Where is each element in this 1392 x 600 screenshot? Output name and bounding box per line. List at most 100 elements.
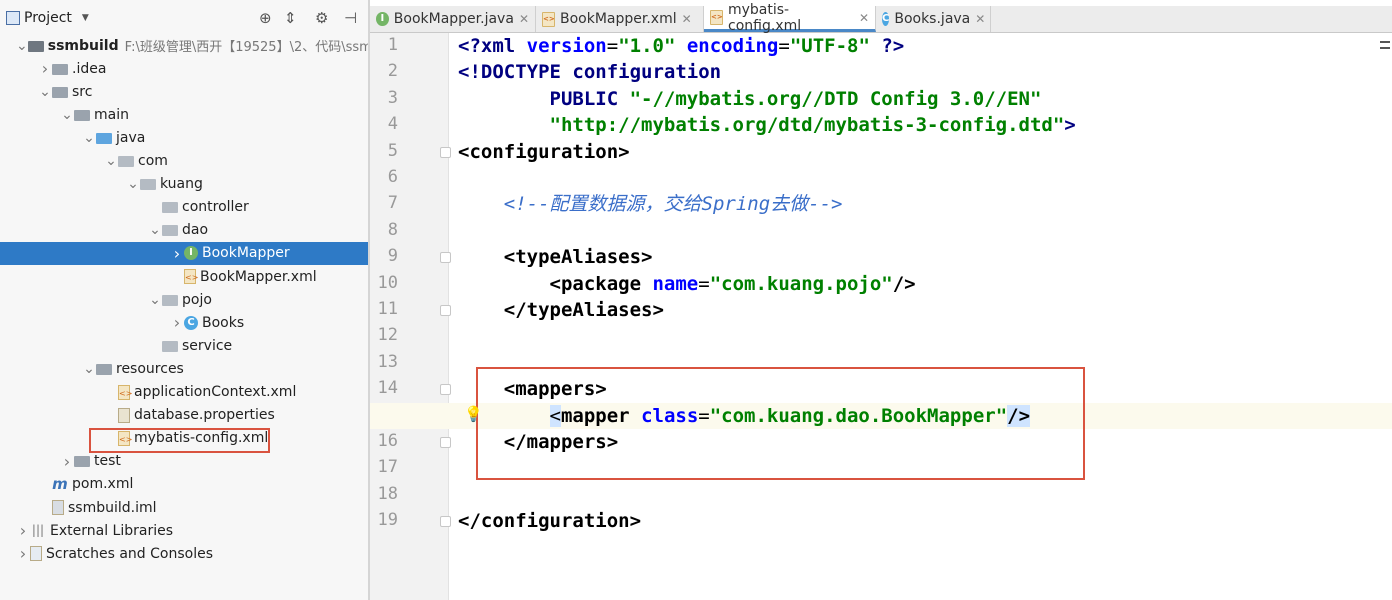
tree-item-label: BookMapper.xml (200, 268, 317, 285)
fold-marker-icon[interactable] (440, 516, 451, 528)
chevron-right-icon[interactable]: › (170, 244, 184, 263)
package-icon (162, 294, 178, 306)
line-number: 17 (377, 457, 398, 478)
line-number: 8 (387, 219, 398, 240)
gutter: 12345678910111213141516171819 (370, 33, 451, 600)
chevron-down-icon[interactable]: ⌄ (148, 223, 162, 237)
chevron-right-icon[interactable]: › (60, 452, 74, 471)
tree-item-appctx[interactable]: <> applicationContext.xml (0, 381, 368, 404)
tree-item-pojo[interactable]: ⌄ pojo (0, 288, 368, 311)
chevron-down-icon[interactable]: ⌄ (126, 177, 140, 191)
fold-marker-icon[interactable] (440, 384, 451, 396)
folder-icon (52, 86, 68, 98)
target-icon[interactable]: ⊕ (259, 9, 272, 27)
code-line: <typeAliases> (503, 246, 653, 269)
package-icon (118, 156, 134, 167)
tree-item-label: Books (202, 314, 245, 331)
tree-item-controller[interactable]: controller (0, 196, 368, 219)
chevron-down-icon[interactable]: ⌄ (38, 85, 52, 99)
chevron-down-icon[interactable]: ⌄ (104, 154, 118, 168)
project-icon (6, 11, 20, 25)
tree-item-label: .idea (72, 60, 107, 77)
tree-item-com[interactable]: ⌄ com (0, 150, 368, 173)
chevron-right-icon[interactable]: › (16, 521, 30, 540)
xml-file-icon: <> (118, 384, 132, 400)
chevron-down-icon[interactable]: ⌄ (82, 362, 96, 376)
line-number: 7 (387, 193, 398, 214)
tab-bookmapper-xml[interactable]: <> BookMapper.xml ✕ (536, 6, 704, 32)
close-icon[interactable]: ✕ (975, 12, 985, 26)
tree-item-label: controller (182, 199, 249, 216)
tree-item-bookmapper[interactable]: › I BookMapper (0, 241, 368, 265)
chevron-down-icon[interactable]: ⌄ (82, 131, 96, 145)
tree-item-label: src (72, 83, 93, 100)
tree-item-kuang[interactable]: ⌄ kuang (0, 173, 368, 196)
tree-item-label: kuang (160, 176, 203, 193)
code-editor[interactable]: 12345678910111213141516171819 💡<?xml ver… (370, 33, 1392, 600)
close-icon[interactable]: ✕ (859, 11, 869, 25)
code-line: </typeAliases> (503, 299, 664, 321)
line-number: 18 (377, 483, 398, 504)
chevron-down-icon[interactable]: ⌄ (60, 108, 74, 122)
fold-marker-icon[interactable] (440, 252, 451, 264)
tree-item-ssmbuild[interactable]: ⌄ ssmbuild F:\班级管理\西开【19525】\2、代码\ssmbu (0, 34, 368, 57)
tree-item-main[interactable]: ⌄ main (0, 103, 368, 126)
tree-item-resources[interactable]: ⌄ resources (0, 357, 368, 380)
tree-item-iml[interactable]: ssmbuild.iml (0, 496, 368, 519)
project-view-selector[interactable]: Project ▼ (6, 10, 89, 26)
highlight-box-mybatis-config (89, 428, 270, 453)
tree-item-java[interactable]: ⌄ java (0, 126, 368, 149)
chevron-right-icon[interactable]: › (16, 544, 30, 563)
tree-item-bookmapperxml[interactable]: <> BookMapper.xml (0, 265, 368, 288)
code-line: <!--配置数据源，交给Spring去做--> (503, 193, 843, 216)
package-icon (162, 225, 178, 237)
line-number: 4 (387, 114, 398, 135)
code-line: </mappers> (503, 431, 619, 453)
package-icon (140, 179, 156, 191)
tree-item-label: applicationContext.xml (134, 384, 297, 400)
chevron-right-icon[interactable]: › (170, 313, 184, 332)
code-line: <?xml version="1.0" encoding="UTF-8" ?> (458, 35, 905, 57)
tree-item-label: resources (116, 360, 184, 377)
collapse-icon[interactable]: ⇕ (284, 9, 297, 27)
interface-icon: I (376, 12, 389, 26)
tree-item-label: database.properties (134, 407, 275, 424)
chevron-down-icon[interactable]: ⌄ (16, 39, 28, 53)
maven-icon: m (52, 474, 68, 493)
fold-marker-icon[interactable] (440, 305, 451, 316)
tree-item-pom[interactable]: m pom.xml (0, 473, 368, 496)
tree-item-label: ssmbuild (47, 37, 119, 54)
chevron-down-icon[interactable]: ⌄ (148, 293, 162, 307)
tree-item-dbprops[interactable]: database.properties (0, 404, 368, 427)
line-number: 19 (377, 510, 398, 531)
tree-item-idea[interactable]: › .idea (0, 57, 368, 80)
gear-icon[interactable]: ⚙ (315, 9, 328, 27)
hide-icon[interactable]: ⊣ (344, 9, 357, 27)
tree-item-scratches[interactable]: › Scratches and Consoles (0, 542, 368, 565)
tree-item-books[interactable]: › C Books (0, 311, 368, 334)
editor-tabs: I BookMapper.java ✕ <> BookMapper.xml ✕ <> myba… (370, 2, 1392, 34)
tree-item-service[interactable]: service (0, 334, 368, 357)
tree-item-src[interactable]: ⌄ src (0, 80, 368, 103)
xml-file-icon: <> (184, 269, 198, 284)
tab-books-java[interactable]: C Books.java ✕ (876, 6, 991, 32)
tree-item-test[interactable]: › test (0, 450, 368, 473)
scroll-indicator-icon[interactable] (1380, 41, 1390, 49)
code-line: <package name="com.kuang.pojo"/> (549, 272, 916, 295)
iml-file-icon (52, 500, 64, 515)
code-line: PUBLIC "-//mybatis.org//DTD Config 3.0//… (549, 87, 1042, 110)
fold-marker-icon[interactable] (440, 146, 451, 158)
tab-mybatis-config-xml[interactable]: <> mybatis-config.xml ✕ (704, 2, 876, 34)
fold-marker-icon[interactable] (440, 437, 451, 448)
tree-item-extlibs[interactable]: › ||| External Libraries (0, 519, 368, 542)
tree-item-dao[interactable]: ⌄ dao (0, 219, 368, 242)
tab-bookmapper-java[interactable]: I BookMapper.java ✕ (370, 6, 536, 32)
close-icon[interactable]: ✕ (519, 12, 529, 26)
tree-item-label: BookMapper (202, 245, 290, 262)
tree-item-label: Scratches and Consoles (46, 545, 213, 562)
chevron-right-icon[interactable]: › (38, 59, 52, 78)
package-icon (162, 202, 178, 214)
close-icon[interactable]: ✕ (682, 12, 692, 26)
line-number: 2 (387, 61, 398, 82)
line-number: 1 (387, 35, 398, 55)
